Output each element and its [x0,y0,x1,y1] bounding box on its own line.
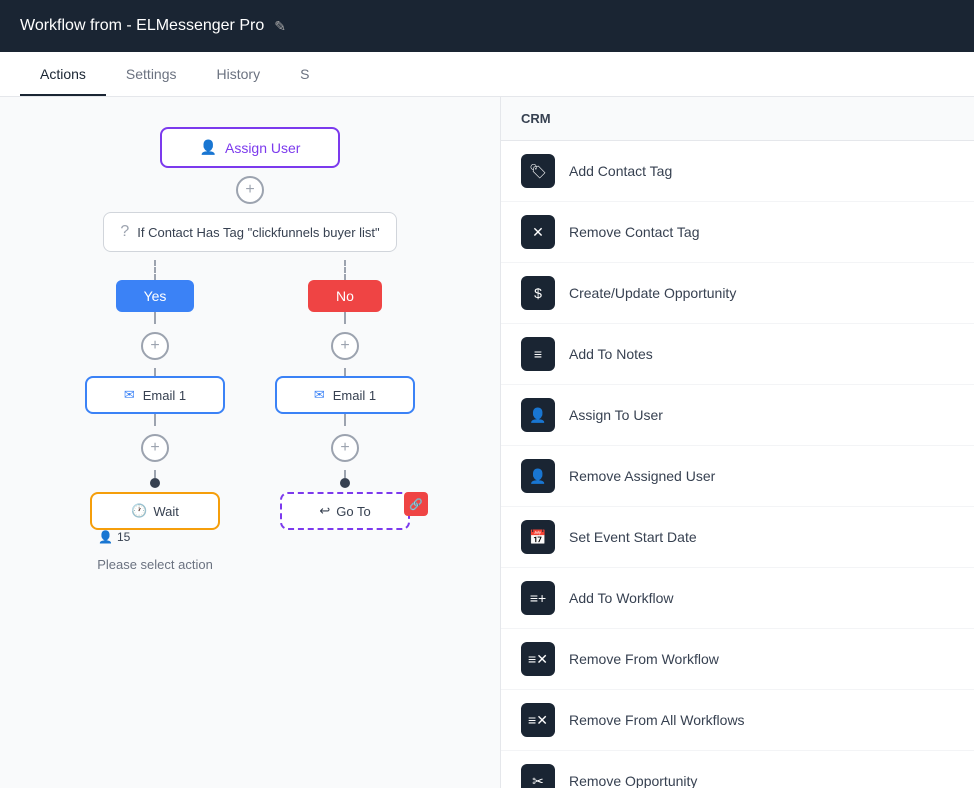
add-step-after-email-yes[interactable]: + [141,434,169,462]
tabs-bar: Actions Settings History S [0,52,974,97]
goto-icon: ↩ [319,503,330,519]
tab-actions[interactable]: Actions [20,52,106,96]
action-item-remove-assigned-user[interactable]: 👤 Remove Assigned User [501,446,974,507]
no-branch: No + ✉ Email 1 + ↩ Go To [275,260,415,574]
remove-from-all-workflows-icon: ≡✕ [521,703,555,737]
email-node-yes[interactable]: ✉ Email 1 [85,376,225,414]
add-to-workflow-icon: ≡+ [521,581,555,615]
assign-user-node[interactable]: 👤 Assign User [160,127,340,168]
branches-container: Yes + ✉ Email 1 + 🕐 Wait [85,260,415,574]
please-select-container: Please select action [97,556,213,574]
yes-branch: Yes + ✉ Email 1 + 🕐 Wait [85,260,225,574]
header-title: Workflow from - ELMessenger Pro [20,17,264,35]
flow-container: 👤 Assign User + ? If Contact Has Tag "cl… [20,117,480,574]
set-event-start-date-label: Set Event Start Date [569,529,697,545]
action-item-create-update-opportunity[interactable]: $ Create/Update Opportunity [501,263,974,324]
action-item-remove-from-workflow[interactable]: ≡✕ Remove From Workflow [501,629,974,690]
remove-opportunity-label: Remove Opportunity [569,773,697,788]
goto-node[interactable]: ↩ Go To [280,492,410,530]
header: Workflow from - ELMessenger Pro ✎ [0,0,974,52]
assign-to-user-label: Assign To User [569,407,663,423]
action-item-remove-from-all-workflows[interactable]: ≡✕ Remove From All Workflows [501,690,974,751]
main-layout: 👤 Assign User + ? If Contact Has Tag "cl… [0,97,974,788]
add-contact-tag-icon: 🏷 [521,154,555,188]
action-item-assign-to-user[interactable]: 👤 Assign To User [501,385,974,446]
action-panel: CRM 🏷 Add Contact Tag ✕ Remove Contact Tag $… [500,97,974,788]
wait-node-container: 🕐 Wait 👤 15 [90,478,220,530]
create-update-opportunity-label: Create/Update Opportunity [569,285,736,301]
tab-settings[interactable]: Settings [106,52,197,96]
add-to-workflow-label: Add To Workflow [569,590,674,606]
remove-from-workflow-icon: ≡✕ [521,642,555,676]
wait-dot [150,478,160,488]
add-step-circle-1[interactable]: + [236,176,264,204]
condition-node[interactable]: ? If Contact Has Tag "clickfunnels buyer… [103,212,396,252]
set-event-start-date-icon: 📅 [521,520,555,554]
user-icon-small: 👤 [98,530,113,544]
remove-from-all-workflows-label: Remove From All Workflows [569,712,745,728]
tab-history[interactable]: History [197,52,281,96]
action-item-add-to-workflow[interactable]: ≡+ Add To Workflow [501,568,974,629]
remove-assigned-user-icon: 👤 [521,459,555,493]
action-item-remove-contact-tag[interactable]: ✕ Remove Contact Tag [501,202,974,263]
remove-assigned-user-label: Remove Assigned User [569,468,715,484]
action-item-add-contact-tag[interactable]: 🏷 Add Contact Tag [501,141,974,202]
email-node-no[interactable]: ✉ Email 1 [275,376,415,414]
email-icon-yes: ✉ [124,387,135,403]
question-icon: ? [120,223,129,241]
remove-opportunity-icon: ✂ [521,764,555,788]
remove-from-workflow-label: Remove From Workflow [569,651,719,667]
remove-contact-tag-icon: ✕ [521,215,555,249]
yes-button[interactable]: Yes [116,280,195,312]
add-contact-tag-label: Add Contact Tag [569,163,672,179]
action-item-add-to-notes[interactable]: ≡ Add To Notes [501,324,974,385]
link-icon: 🔗 [404,492,428,516]
add-step-no[interactable]: + [331,332,359,360]
clock-icon: 🕐 [131,503,147,519]
add-to-notes-icon: ≡ [521,337,555,371]
assign-user-label: Assign User [225,140,300,156]
add-step-after-email-no[interactable]: + [331,434,359,462]
action-item-set-event-start-date[interactable]: 📅 Set Event Start Date [501,507,974,568]
action-item-remove-opportunity[interactable]: ✂ Remove Opportunity [501,751,974,788]
please-select-label: Please select action [97,557,213,572]
actions-list: 🏷 Add Contact Tag ✕ Remove Contact Tag $ Crea… [501,141,974,788]
add-to-notes-label: Add To Notes [569,346,653,362]
tab-s[interactable]: S [280,52,329,96]
create-update-opportunity-icon: $ [521,276,555,310]
add-step-yes[interactable]: + [141,332,169,360]
email-icon-no: ✉ [314,387,325,403]
panel-header: CRM [501,97,974,141]
assign-to-user-icon: 👤 [521,398,555,432]
user-count-badge: 👤 15 [98,530,130,544]
edit-icon[interactable]: ✎ [274,18,286,35]
remove-contact-tag-label: Remove Contact Tag [569,224,699,240]
goto-dot [340,478,350,488]
workflow-canvas: 👤 Assign User + ? If Contact Has Tag "cl… [0,97,500,788]
assign-user-icon: 👤 [200,139,217,156]
condition-text: If Contact Has Tag "clickfunnels buyer l… [137,225,379,240]
goto-node-container: ↩ Go To 🔗 [280,478,410,530]
no-button[interactable]: No [308,280,382,312]
wait-node[interactable]: 🕐 Wait [90,492,220,530]
